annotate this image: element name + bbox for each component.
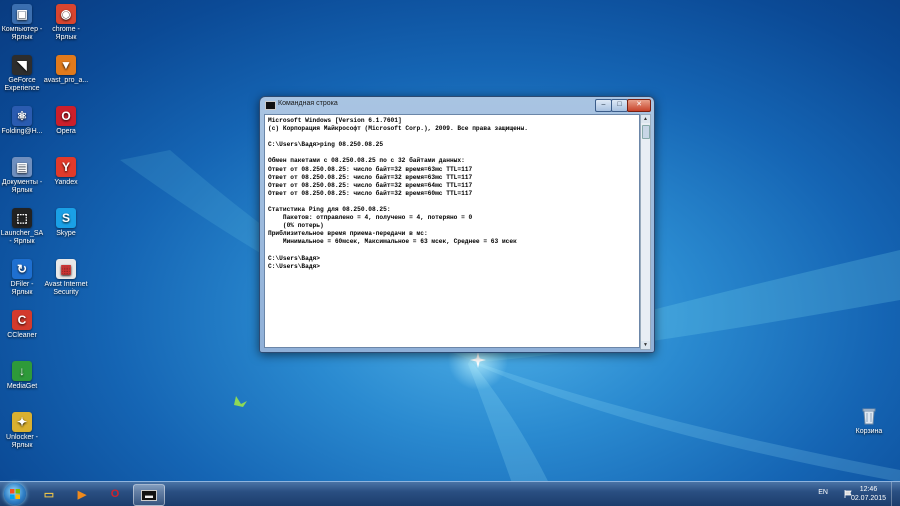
cmd-title: Командная строка [278, 100, 338, 107]
scroll-up-arrow-icon[interactable]: ▲ [641, 115, 650, 123]
computer-icon: ▣ [12, 4, 32, 24]
yandex-icon: Y [56, 157, 76, 177]
documents-icon: ▤ [12, 157, 32, 177]
opera-taskbar-icon: O [110, 488, 120, 500]
console-area[interactable]: Microsoft Windows [Version 6.1.7601] (c)… [264, 114, 640, 348]
windows-logo-icon [10, 489, 20, 499]
desktop-shortcut[interactable]: ◉ chrome - Ярлык [37, 4, 95, 42]
desktop-shortcut[interactable]: C CCleaner [0, 310, 51, 340]
avast-is-icon: ▦ [56, 259, 76, 279]
desktop-shortcut[interactable]: ▦ Avast Internet Security [37, 259, 95, 297]
scroll-down-arrow-icon[interactable]: ▼ [641, 341, 650, 349]
media-player-icon: ▶ [77, 488, 87, 501]
start-button[interactable] [4, 483, 26, 505]
desktop-shortcut[interactable]: ↓ MediaGet [0, 361, 51, 391]
desktop-shortcut[interactable]: S Skype [37, 208, 95, 238]
geforce-icon: ◥ [12, 55, 32, 75]
desktop-shortcut-label: MediaGet [6, 383, 38, 390]
desktop-shortcut-label: avast_pro_a... [43, 77, 89, 84]
mediaget-icon: ↓ [12, 361, 32, 381]
desktop-shortcut-label: Avast Internet Security [44, 281, 88, 296]
desktop-shortcut-label: Unlocker - Ярлык [6, 434, 38, 449]
explorer-icon: ▭ [43, 488, 55, 501]
unlocker-icon: ✦ [12, 412, 32, 432]
folding-icon: ⚛ [12, 106, 32, 126]
close-button[interactable]: ✕ [627, 99, 651, 112]
taskbar-button[interactable]: ▭ [34, 484, 64, 504]
minimize-button[interactable]: ‒ [595, 99, 612, 112]
language-indicator[interactable]: EN [818, 489, 828, 496]
clock-time: 12:46 [859, 486, 878, 493]
desktop-shortcut[interactable]: O Opera [37, 106, 95, 136]
desktop-shortcut[interactable]: Y Yandex [37, 157, 95, 187]
cmd-window[interactable]: Командная строка ‒ □ ✕ Microsoft Windows… [259, 96, 655, 353]
cmd-taskbar-icon: ▬ [141, 489, 157, 501]
desktop-shortcut-label: chrome - Ярлык [52, 26, 80, 41]
skype-icon: S [56, 208, 76, 228]
chrome-icon: ◉ [56, 4, 76, 24]
taskbar-button[interactable]: O [100, 484, 130, 504]
system-tray: EN 12:46 02.07.2015 [780, 482, 900, 506]
desktop-shortcut-label: Opera [56, 128, 76, 135]
opera-icon: O [56, 106, 76, 126]
taskbar-button[interactable]: ▬ [133, 484, 165, 506]
avast-pro-icon: ▼ [56, 55, 76, 75]
dfiler-icon: ↻ [12, 259, 32, 279]
cmd-titlebar[interactable]: Командная строка ‒ □ ✕ [260, 97, 654, 113]
clock-date: 02.07.2015 [850, 495, 886, 502]
recycle-bin-icon [859, 406, 879, 426]
desktop-shortcut-label: Yandex [54, 179, 78, 186]
taskbar-button[interactable]: ▶ [67, 484, 97, 504]
desktop-shortcut[interactable]: ✦ Unlocker - Ярлык [0, 412, 51, 450]
recycle-bin-label: Корзина [855, 428, 883, 435]
scroll-thumb[interactable] [642, 125, 650, 139]
maximize-button[interactable]: □ [611, 99, 628, 112]
desktop-shortcut-label: Skype [56, 230, 76, 237]
console-output: Microsoft Windows [Version 6.1.7601] (c)… [268, 117, 528, 270]
clock[interactable]: 12:46 02.07.2015 [851, 485, 886, 503]
desktop-shortcut-label: CCleaner [7, 332, 37, 339]
show-desktop-button[interactable] [891, 482, 900, 506]
taskbar: ▭ ▶ O ▬ EN 12:46 02.07.2015 [0, 481, 900, 506]
cmd-window-icon [265, 101, 276, 110]
ccleaner-icon: C [12, 310, 32, 330]
recycle-bin[interactable]: Корзина [840, 406, 898, 436]
launcher-icon: ⬚ [12, 208, 32, 228]
desktop-shortcut[interactable]: ▼ avast_pro_a... [37, 55, 95, 85]
vertical-scrollbar[interactable]: ▲ ▼ [640, 114, 651, 350]
